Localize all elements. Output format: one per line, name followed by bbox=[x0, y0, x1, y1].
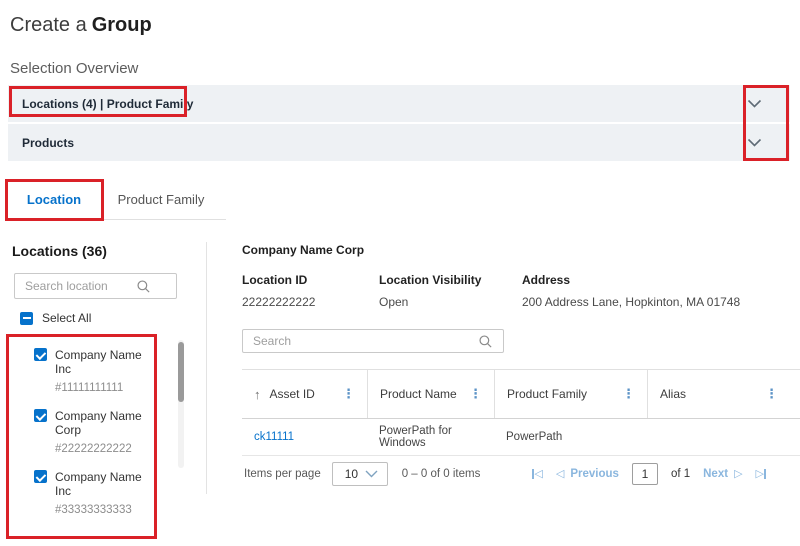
location-checkbox[interactable] bbox=[34, 409, 47, 422]
locations-panel: Locations (36) Select All Company Name I… bbox=[10, 242, 228, 546]
accordion-products[interactable]: Products bbox=[8, 124, 790, 161]
items-per-page-select[interactable]: 10 bbox=[332, 462, 388, 486]
detail-label: Location Visibility bbox=[379, 274, 522, 287]
column-menu-icon[interactable]: ⋮ bbox=[622, 386, 635, 402]
detail-value: 22222222222 bbox=[242, 296, 379, 309]
first-page-icon[interactable]: ◁ bbox=[532, 469, 542, 480]
location-id: #11111111111 bbox=[55, 381, 161, 395]
page-title: Create aGroup bbox=[10, 12, 800, 38]
list-item[interactable]: Company Name Inc #33333333333 bbox=[34, 470, 161, 517]
detail-value: 200 Address Lane, Hopkinton, MA 01748 bbox=[522, 296, 800, 309]
column-header-product-name[interactable]: Product Name ⋮ bbox=[367, 370, 494, 418]
items-per-page-value: 10 bbox=[345, 467, 358, 481]
chevron-down-icon bbox=[365, 470, 378, 478]
locations-list: Company Name Inc #11111111111 Company Na… bbox=[10, 334, 161, 539]
accordion-products-label: Products bbox=[22, 136, 74, 150]
column-header-product-family[interactable]: Product Family ⋮ bbox=[494, 370, 647, 418]
column-menu-icon[interactable]: ⋮ bbox=[342, 386, 355, 402]
page-title-prefix: Create a bbox=[10, 14, 87, 36]
location-name: Company Name Inc bbox=[55, 348, 161, 376]
previous-page-button[interactable]: ◁Previous bbox=[556, 468, 619, 480]
product-name-cell: PowerPath for Windows bbox=[367, 425, 494, 449]
tab-location[interactable]: Location bbox=[10, 181, 98, 219]
tab-product-family[interactable]: Product Family bbox=[98, 181, 224, 219]
column-label: Product Family bbox=[507, 387, 587, 401]
location-id: #22222222222 bbox=[55, 442, 161, 456]
search-icon[interactable] bbox=[136, 279, 151, 299]
column-header-alias[interactable]: Alias ⋮ bbox=[647, 370, 800, 418]
tab-location-label: Location bbox=[27, 192, 81, 207]
assets-table: ↑ Asset ID ⋮ Product Name ⋮ Product Fami… bbox=[242, 369, 800, 492]
pager-controls: ◁ ◁Previous of 1 Next▷ ▷ bbox=[532, 463, 766, 485]
location-checkbox[interactable] bbox=[34, 348, 47, 361]
column-menu-icon[interactable]: ⋮ bbox=[765, 386, 778, 402]
select-all-label: Select All bbox=[42, 311, 91, 325]
column-header-asset-id[interactable]: ↑ Asset ID ⋮ bbox=[242, 370, 367, 418]
asset-id-link[interactable]: ck11111 bbox=[242, 431, 367, 443]
column-menu-icon[interactable]: ⋮ bbox=[469, 386, 482, 402]
detail-value: Open bbox=[379, 296, 522, 309]
location-id: #33333333333 bbox=[55, 503, 161, 517]
section-heading: Selection Overview bbox=[10, 60, 800, 77]
location-search bbox=[14, 273, 177, 299]
location-name: Company Name Inc bbox=[55, 470, 161, 498]
create-group-page: Create aGroup Selection Overview Locatio… bbox=[0, 0, 800, 546]
items-per-page-label: Items per page bbox=[244, 468, 321, 480]
asset-search-input[interactable] bbox=[243, 334, 503, 348]
previous-label: Previous bbox=[570, 468, 619, 480]
column-label: Asset ID bbox=[270, 387, 315, 401]
tab-content: Locations (36) Select All Company Name I… bbox=[10, 242, 800, 546]
next-page-button[interactable]: Next▷ bbox=[703, 468, 742, 480]
company-name: Company Name Corp bbox=[242, 244, 800, 257]
pagination-bar: Items per page 10 0 – 0 of 0 items ◁ ◁Pr… bbox=[242, 456, 800, 492]
selection-overview-accordion: Locations (4) | Product Family Products bbox=[8, 85, 790, 161]
chevron-down-icon[interactable] bbox=[747, 99, 762, 108]
detail-label: Location ID bbox=[242, 274, 379, 287]
search-icon[interactable] bbox=[478, 334, 493, 354]
location-checkbox[interactable] bbox=[34, 470, 47, 483]
items-range-text: 0 – 0 of 0 items bbox=[402, 468, 481, 480]
column-label: Alias bbox=[660, 387, 686, 401]
accordion-locations-product-family[interactable]: Locations (4) | Product Family bbox=[8, 85, 790, 122]
table-row: ck11111 PowerPath for Windows PowerPath bbox=[242, 419, 800, 456]
tab-product-family-label: Product Family bbox=[118, 192, 205, 207]
location-details-panel: Company Name Corp Location ID 2222222222… bbox=[228, 242, 800, 492]
location-details: Location ID 22222222222 Location Visibil… bbox=[242, 274, 800, 309]
next-label: Next bbox=[703, 468, 728, 480]
list-item[interactable]: Company Name Inc #11111111111 bbox=[34, 348, 161, 395]
page-of-label: of 1 bbox=[671, 468, 690, 480]
asset-search bbox=[242, 329, 504, 353]
select-all-checkbox[interactable] bbox=[20, 312, 33, 325]
location-name: Company Name Corp bbox=[55, 409, 161, 437]
product-family-cell: PowerPath bbox=[494, 431, 647, 443]
page-title-emphasis: Group bbox=[92, 14, 152, 36]
select-all-row: Select All bbox=[20, 311, 228, 325]
location-search-input[interactable] bbox=[15, 279, 208, 293]
column-label: Product Name bbox=[380, 387, 457, 401]
tab-bar: Location Product Family bbox=[10, 181, 226, 220]
list-item[interactable]: Company Name Corp #22222222222 bbox=[34, 409, 161, 456]
accordion-locations-label: Locations (4) | Product Family bbox=[22, 97, 193, 111]
detail-label: Address bbox=[522, 274, 800, 287]
locations-heading: Locations (36) bbox=[12, 243, 228, 259]
last-page-icon[interactable]: ▷ bbox=[756, 469, 766, 480]
table-header: ↑ Asset ID ⋮ Product Name ⋮ Product Fami… bbox=[242, 369, 800, 419]
chevron-down-icon[interactable] bbox=[747, 138, 762, 147]
sort-ascending-icon[interactable]: ↑ bbox=[254, 387, 261, 402]
scrollbar-thumb[interactable] bbox=[178, 342, 184, 402]
page-number-input[interactable] bbox=[632, 463, 658, 485]
list-scrollbar[interactable] bbox=[178, 340, 184, 468]
